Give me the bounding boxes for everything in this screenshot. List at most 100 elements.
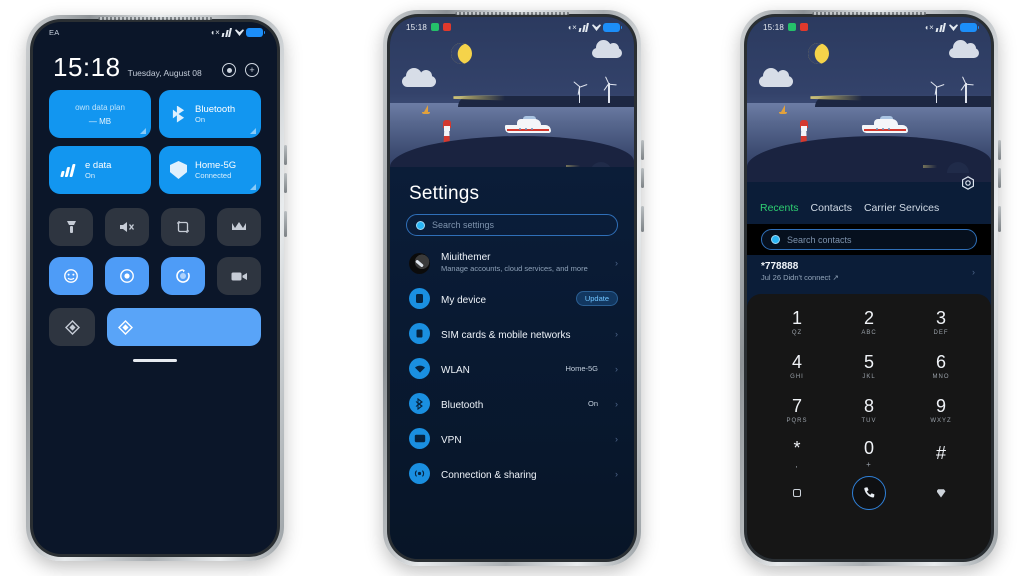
big-tiles-grid: own data plan — MB Bluetooth On e data O… [33,80,277,194]
auto-brightness-toggle[interactable] [49,257,93,295]
autorotate-toggle[interactable] [161,257,205,295]
tab-recents[interactable]: Recents [760,202,799,214]
side-button-volume-down[interactable] [998,168,1001,188]
screen-record-toggle[interactable] [217,257,261,295]
key-letters: GHI [790,373,804,380]
brightness-icon [64,269,78,283]
ship-icon [861,115,908,133]
crop-icon [177,221,189,233]
search-settings-input[interactable]: Search settings [406,214,618,236]
wifi-tile-title: Home-5G [195,159,237,171]
brightness-slider[interactable] [107,308,261,346]
side-button-power[interactable] [284,211,287,237]
red-app-icon [443,23,452,31]
tab-contacts[interactable]: Contacts [811,202,852,214]
clock-date: Tuesday, August 08 [127,68,202,78]
bluetooth-tile[interactable]: Bluetooth On [159,90,261,138]
key-4[interactable]: 4 GHI [761,346,833,386]
side-button-volume-down[interactable] [641,168,644,188]
mobile-data-tile[interactable]: e data On [49,146,151,194]
add-icon[interactable]: + [245,63,259,77]
key-8[interactable]: 8 TUV [833,390,905,430]
phone-1-screen: EA ◖× 15:18 Tuesday, August 08 + own dat… [33,22,277,554]
wlan-row[interactable]: WLAN Home-5G › [390,351,634,386]
mute-icon: ◖× [210,27,220,37]
cloud-icon [759,68,794,88]
earpiece-speaker [455,12,569,15]
key-letters: DEF [933,329,949,336]
key-digit: 9 [935,395,946,416]
wind-turbine-icon [603,76,617,103]
voicemail-button[interactable] [905,489,977,498]
signal-bars-icon [59,161,78,180]
side-button-volume-down[interactable] [284,173,287,193]
recent-call-row[interactable]: *778888 Jul 26 Didn't connect ↗ › [747,257,991,282]
home-indicator[interactable] [133,359,177,362]
recent-call-number: *778888 [761,261,799,272]
key-star[interactable]: *, [761,434,833,474]
key-0[interactable]: 0 + [833,434,905,474]
screenshot-toggle[interactable] [161,208,205,246]
signal-icon [935,22,947,32]
side-button-power[interactable] [641,206,644,232]
sim-networks-title: SIM cards & mobile networks [441,329,571,341]
chevron-right-icon: › [615,468,618,479]
status-bar: EA ◖× [33,22,277,42]
key-2[interactable]: 2 ABC [833,302,905,342]
key-letters: TUV [861,417,877,424]
cloud-icon [402,68,437,88]
key-7[interactable]: 7 PQRS [761,390,833,430]
phone-3-screen: 15:18 ◖× Recents Contacts Carrier Servic… [747,17,991,559]
connection-sharing-row[interactable]: Connection & sharing › [390,456,634,491]
search-contacts-input[interactable]: Search contacts [761,229,977,250]
key-3[interactable]: 3 DEF [905,302,977,342]
bluetooth-icon [409,393,430,415]
key-9[interactable]: 9 WXYZ [905,390,977,430]
silent-toggle[interactable] [105,208,149,246]
side-button-volume-up[interactable] [284,145,287,165]
status-bar: 15:18 ◖× [747,17,991,37]
three-phone-mockup: EA ◖× 15:18 Tuesday, August 08 + own dat… [0,0,1024,576]
diamond-icon [64,319,80,335]
expand-corner-icon [250,128,256,134]
gear-icon[interactable] [960,175,975,190]
data-plan-value: — MB [88,116,112,126]
wifi-tile[interactable]: Home-5G Connected [159,146,261,194]
brightness-small-button[interactable] [49,308,95,346]
side-button-volume-up[interactable] [641,140,644,160]
data-plan-tile[interactable]: own data plan — MB [49,90,151,138]
ship-icon [504,115,551,133]
location-toggle[interactable] [105,257,149,295]
update-badge[interactable]: Update [575,291,618,307]
phone-3-dialer: 15:18 ◖× Recents Contacts Carrier Servic… [740,10,1001,566]
key-digit: # [935,442,946,463]
account-row[interactable]: Miuithemer Manage accounts, cloud servic… [390,245,634,281]
video-call-button[interactable] [761,489,833,497]
side-button-power[interactable] [998,206,1001,232]
my-device-row[interactable]: My device Update [390,281,634,316]
search-icon [771,235,780,244]
bluetooth-row[interactable]: Bluetooth On › [390,386,634,421]
key-letters: WXYZ [930,417,952,424]
my-device-title: My device [441,294,487,306]
status-time: 15:18 [406,22,428,32]
phone-1-control-center: EA ◖× 15:18 Tuesday, August 08 + own dat… [26,15,287,561]
earpiece-speaker [812,12,926,15]
sim-networks-row[interactable]: SIM cards & mobile networks › [390,316,634,351]
key-5[interactable]: 5 JKL [833,346,905,386]
tab-carrier-services[interactable]: Carrier Services [864,202,939,214]
key-hash[interactable]: # [905,434,977,474]
brightness-row [33,295,277,346]
key-1[interactable]: 1 QZ [761,302,833,342]
account-subtitle: Manage accounts, cloud services, and mor… [441,264,588,273]
flashlight-toggle[interactable] [49,208,93,246]
vpn-row[interactable]: VPN › [390,421,634,456]
wifi-icon [235,29,244,36]
side-button-volume-up[interactable] [998,140,1001,160]
key-letters: ABC [861,329,877,336]
key-letters: JKL [862,373,876,380]
dnd-toggle[interactable] [217,208,261,246]
call-button[interactable] [852,476,886,510]
key-6[interactable]: 6 MNO [905,346,977,386]
user-settings-icon[interactable] [222,63,236,77]
